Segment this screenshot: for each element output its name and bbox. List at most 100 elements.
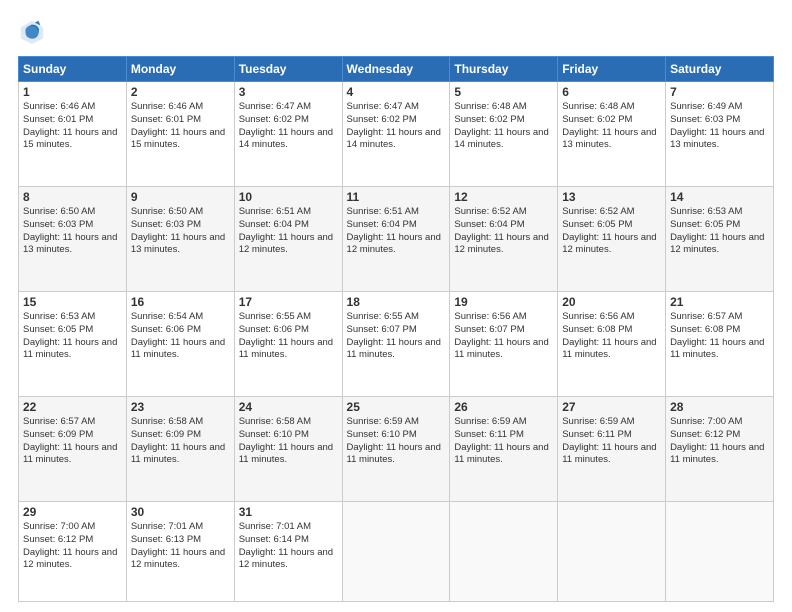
sunrise-text: Sunrise: 6:53 AM xyxy=(23,311,122,324)
calendar-cell: 16Sunrise: 6:54 AMSunset: 6:06 PMDayligh… xyxy=(126,292,234,397)
day-number: 23 xyxy=(131,400,230,414)
sunset-text: Sunset: 6:11 PM xyxy=(454,429,553,442)
day-info: Sunrise: 6:53 AMSunset: 6:05 PMDaylight:… xyxy=(670,206,769,257)
sunset-text: Sunset: 6:09 PM xyxy=(131,429,230,442)
day-number: 27 xyxy=(562,400,661,414)
sunrise-text: Sunrise: 6:51 AM xyxy=(347,206,446,219)
sunset-text: Sunset: 6:13 PM xyxy=(131,534,230,547)
calendar-cell: 23Sunrise: 6:58 AMSunset: 6:09 PMDayligh… xyxy=(126,397,234,502)
sunset-text: Sunset: 6:11 PM xyxy=(562,429,661,442)
daylight-text: Daylight: 11 hours and 15 minutes. xyxy=(131,127,230,153)
daylight-text: Daylight: 11 hours and 12 minutes. xyxy=(239,547,338,573)
day-number: 29 xyxy=(23,505,122,519)
daylight-text: Daylight: 11 hours and 11 minutes. xyxy=(347,337,446,363)
daylight-text: Daylight: 11 hours and 11 minutes. xyxy=(131,337,230,363)
sunset-text: Sunset: 6:05 PM xyxy=(23,324,122,337)
sunrise-text: Sunrise: 6:53 AM xyxy=(670,206,769,219)
sunset-text: Sunset: 6:12 PM xyxy=(23,534,122,547)
day-info: Sunrise: 6:55 AMSunset: 6:06 PMDaylight:… xyxy=(239,311,338,362)
day-number: 4 xyxy=(347,85,446,99)
sunrise-text: Sunrise: 6:59 AM xyxy=(454,416,553,429)
sunrise-text: Sunrise: 6:52 AM xyxy=(562,206,661,219)
calendar-cell: 5 Sunrise: 6:48 AMSunset: 6:02 PMDaylight… xyxy=(450,82,558,187)
calendar-cell: 29Sunrise: 7:00 AMSunset: 6:12 PMDayligh… xyxy=(19,502,127,602)
sunset-text: Sunset: 6:04 PM xyxy=(347,219,446,232)
sunset-text: Sunset: 6:03 PM xyxy=(131,219,230,232)
calendar-cell: 20Sunrise: 6:56 AMSunset: 6:08 PMDayligh… xyxy=(558,292,666,397)
sunrise-text: Sunrise: 6:51 AM xyxy=(239,206,338,219)
day-number: 30 xyxy=(131,505,230,519)
day-number: 17 xyxy=(239,295,338,309)
day-number: 1 xyxy=(23,85,122,99)
daylight-text: Daylight: 11 hours and 15 minutes. xyxy=(23,127,122,153)
sunrise-text: Sunrise: 7:00 AM xyxy=(670,416,769,429)
calendar-week-row: 15 Sunrise: 6:53 AMSunset: 6:05 PM Dayligh… xyxy=(19,292,774,397)
day-info: Sunrise: 6:49 AMSunset: 6:03 PMDaylight:… xyxy=(670,101,769,152)
calendar-cell: 3Sunrise: 6:47 AMSunset: 6:02 PMDaylight… xyxy=(234,82,342,187)
day-info: Sunrise: 7:00 AMSunset: 6:12 PMDaylight:… xyxy=(670,416,769,467)
page: SundayMondayTuesdayWednesdayThursdayFrid… xyxy=(0,0,792,612)
day-header-wednesday: Wednesday xyxy=(342,57,450,82)
sunrise-text: Sunrise: 6:57 AM xyxy=(23,416,122,429)
day-info: Sunrise: 6:50 AMSunset: 6:03 PMDaylight:… xyxy=(23,206,122,257)
day-number: 26 xyxy=(454,400,553,414)
day-number: 15 xyxy=(23,295,122,309)
calendar-cell: 30 Sunrise: 7:01 AMSunset: 6:13 PMDayligh… xyxy=(126,502,234,602)
sunrise-text: Sunrise: 6:59 AM xyxy=(562,416,661,429)
calendar-cell: 15Sunrise: 6:53 AMSunset: 6:05 PMDayligh… xyxy=(19,292,127,397)
calendar-cell: 22Sunrise: 6:57 AMSunset: 6:09 PMDayligh… xyxy=(19,397,127,502)
daylight-text: Daylight: 11 hours and 13 minutes. xyxy=(131,232,230,258)
calendar-cell: 8 Sunrise: 6:50 AMSunset: 6:03 PMDaylight… xyxy=(19,187,127,292)
calendar-cell: 26 Sunrise: 6:59 AMSunset: 6:11 PMDayligh… xyxy=(450,397,558,502)
daylight-text: Daylight: 11 hours and 11 minutes. xyxy=(239,337,338,363)
day-info: Sunrise: 6:57 AMSunset: 6:08 PMDaylight:… xyxy=(670,311,769,362)
day-number: 28 xyxy=(670,400,769,414)
sunrise-text: Sunrise: 6:47 AM xyxy=(347,101,446,114)
calendar-week-row: 8 Sunrise: 6:50 AMSunset: 6:03 PMDaylight… xyxy=(19,187,774,292)
sunrise-text: Sunrise: 6:59 AM xyxy=(347,416,446,429)
day-header-tuesday: Tuesday xyxy=(234,57,342,82)
sunset-text: Sunset: 6:07 PM xyxy=(347,324,446,337)
day-header-sunday: Sunday xyxy=(19,57,127,82)
daylight-text: Daylight: 11 hours and 11 minutes. xyxy=(454,337,553,363)
day-number: 31 xyxy=(239,505,338,519)
daylight-text: Daylight: 11 hours and 13 minutes. xyxy=(670,127,769,153)
sunset-text: Sunset: 6:02 PM xyxy=(454,114,553,127)
calendar-cell xyxy=(666,502,774,602)
daylight-text: Daylight: 11 hours and 14 minutes. xyxy=(454,127,553,153)
day-number: 19 xyxy=(454,295,553,309)
day-number: 8 xyxy=(23,190,122,204)
day-info: Sunrise: 6:56 AMSunset: 6:07 PMDaylight:… xyxy=(454,311,553,362)
sunset-text: Sunset: 6:09 PM xyxy=(23,429,122,442)
day-info: Sunrise: 7:01 AMSunset: 6:13 PMDaylight:… xyxy=(131,521,230,572)
daylight-text: Daylight: 11 hours and 11 minutes. xyxy=(670,337,769,363)
day-header-saturday: Saturday xyxy=(666,57,774,82)
calendar-week-row: 22Sunrise: 6:57 AMSunset: 6:09 PMDayligh… xyxy=(19,397,774,502)
day-info: Sunrise: 6:59 AMSunset: 6:11 PMDaylight:… xyxy=(454,416,553,467)
day-info: Sunrise: 6:55 AMSunset: 6:07 PMDaylight:… xyxy=(347,311,446,362)
calendar-cell xyxy=(342,502,450,602)
sunrise-text: Sunrise: 6:56 AM xyxy=(454,311,553,324)
sunset-text: Sunset: 6:04 PM xyxy=(239,219,338,232)
sunrise-text: Sunrise: 7:01 AM xyxy=(239,521,338,534)
calendar-cell: 11Sunrise: 6:51 AMSunset: 6:04 PMDayligh… xyxy=(342,187,450,292)
day-number: 13 xyxy=(562,190,661,204)
calendar-header-row: SundayMondayTuesdayWednesdayThursdayFrid… xyxy=(19,57,774,82)
calendar-cell: 10Sunrise: 6:51 AMSunset: 6:04 PMDayligh… xyxy=(234,187,342,292)
calendar-cell: 1Sunrise: 6:46 AMSunset: 6:01 PMDaylight… xyxy=(19,82,127,187)
daylight-text: Daylight: 11 hours and 12 minutes. xyxy=(23,547,122,573)
sunset-text: Sunset: 6:08 PM xyxy=(670,324,769,337)
day-number: 7 xyxy=(670,85,769,99)
daylight-text: Daylight: 11 hours and 13 minutes. xyxy=(562,127,661,153)
sunrise-text: Sunrise: 6:50 AM xyxy=(131,206,230,219)
calendar-cell xyxy=(558,502,666,602)
day-number: 5 xyxy=(454,85,553,99)
calendar-cell: 17 Sunrise: 6:55 AMSunset: 6:06 PMDayligh… xyxy=(234,292,342,397)
day-info: Sunrise: 6:47 AMSunset: 6:02 PMDaylight:… xyxy=(239,101,338,152)
day-info: Sunrise: 6:48 AMSunset: 6:02 PMDaylight:… xyxy=(454,101,553,152)
calendar-cell: 2Sunrise: 6:46 AMSunset: 6:01 PMDaylight… xyxy=(126,82,234,187)
day-info: Sunrise: 6:59 AMSunset: 6:11 PMDaylight:… xyxy=(562,416,661,467)
sunrise-text: Sunrise: 6:48 AM xyxy=(454,101,553,114)
day-number: 2 xyxy=(131,85,230,99)
day-info: Sunrise: 6:59 AMSunset: 6:10 PMDaylight:… xyxy=(347,416,446,467)
